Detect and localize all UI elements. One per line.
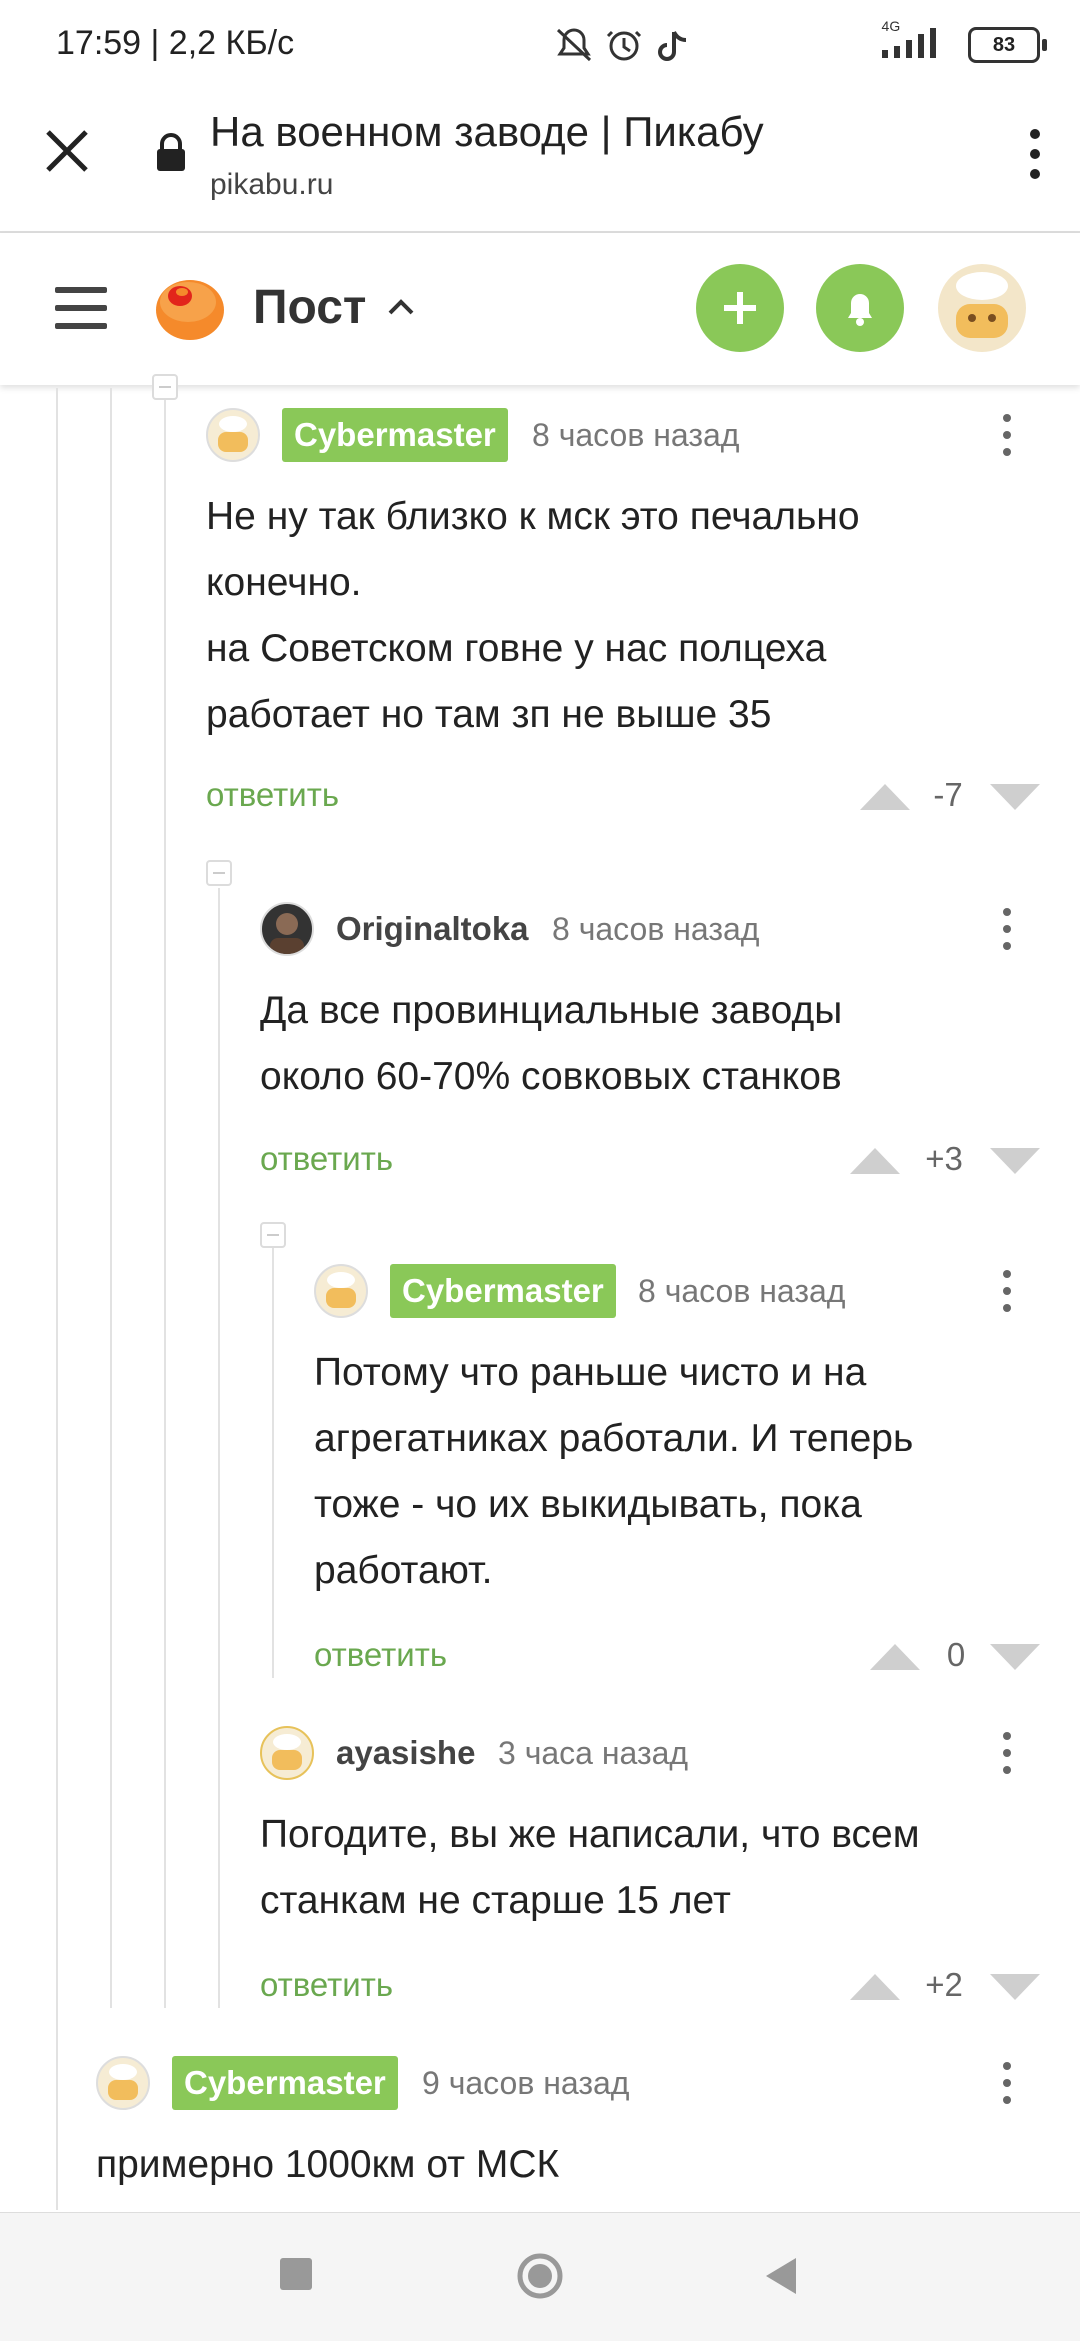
page-url[interactable]: pikabu.ru	[210, 168, 333, 202]
reply-link[interactable]: ответить	[260, 1966, 393, 2004]
downvote-icon[interactable]	[988, 1972, 1042, 2004]
profile-avatar[interactable]	[938, 264, 1026, 352]
thread-line	[272, 1248, 274, 1678]
bell-icon	[848, 294, 872, 326]
author-badge[interactable]: Cybermaster	[390, 1264, 616, 1318]
upvote-icon[interactable]	[868, 1640, 922, 1672]
avatar[interactable]	[206, 408, 260, 462]
author-name[interactable]: Originaltoka	[336, 902, 529, 956]
reply-link[interactable]: ответить	[260, 1140, 393, 1178]
chevron-up-icon[interactable]	[386, 295, 416, 319]
comment-line: на Советском говне у нас полцеха	[206, 627, 827, 670]
comment-text: Да все провинциальные заводы около 60-70…	[260, 978, 1020, 1110]
reply-link[interactable]: ответить	[314, 1636, 447, 1674]
thread-line	[218, 888, 220, 2008]
comment-line: Погодите, вы же написали, что всем	[260, 1813, 920, 1856]
comment-text: Не ну так близко к мск это печально коне…	[206, 484, 1006, 748]
more-vertical-icon[interactable]	[1000, 1726, 1014, 1780]
menu-icon[interactable]	[55, 283, 107, 333]
alarm-icon	[606, 30, 642, 61]
collapse-button[interactable]	[206, 860, 232, 886]
comment-line: работают.	[314, 1549, 493, 1592]
comment-line: около 60-70% совковых станков	[260, 1055, 842, 1098]
more-vertical-icon[interactable]	[1000, 1264, 1014, 1318]
rating: 0	[946, 1636, 966, 1673]
comment-line: Да все провинциальные заводы	[260, 989, 843, 1032]
more-vertical-icon[interactable]	[1000, 2056, 1014, 2110]
avatar[interactable]	[314, 1264, 368, 1318]
comment-time: 8 часов назад	[552, 911, 760, 947]
more-vertical-icon[interactable]	[1000, 408, 1014, 462]
notifications-button[interactable]	[816, 264, 904, 352]
status-right: 4G 83	[880, 18, 1047, 65]
thread-line	[110, 388, 112, 2008]
author-badge[interactable]: Cybermaster	[282, 408, 508, 462]
author-badge[interactable]: Cybermaster	[172, 2056, 398, 2110]
mute-icon	[556, 28, 592, 62]
upvote-icon[interactable]	[848, 1144, 902, 1176]
comment-text: Погодите, вы же написали, что всем станк…	[260, 1802, 1040, 1934]
collapse-button[interactable]	[260, 1222, 286, 1248]
page-title[interactable]: На военном заводе | Пикабу	[210, 108, 764, 156]
network-type: 4G	[881, 18, 901, 34]
status-time: 17:59 | 2,2 КБ/с	[56, 24, 295, 62]
avatar[interactable]	[96, 2056, 150, 2110]
thread-line	[56, 388, 58, 2210]
add-post-button[interactable]	[696, 264, 784, 352]
downvote-icon[interactable]	[988, 1642, 1042, 1674]
rating: +3	[925, 1140, 963, 1177]
more-vertical-icon[interactable]	[1000, 902, 1014, 956]
comment-line: Не ну так близко к мск это печально	[206, 495, 860, 538]
status-icons	[556, 26, 716, 71]
close-icon[interactable]	[40, 124, 94, 178]
comment-line: Потому что раньше чисто и на	[314, 1351, 867, 1394]
comment-text: примерно 1000км от МСК	[96, 2143, 560, 2186]
comment-line: станкам не старше 15 лет	[260, 1879, 731, 1922]
thread-line	[164, 388, 166, 2008]
plus-icon	[724, 292, 756, 324]
rating: +2	[925, 1966, 963, 2003]
tiktok-icon	[658, 31, 687, 61]
lock-icon	[154, 132, 188, 172]
comment-line: тоже - чо их выкидывать, пока	[314, 1483, 862, 1526]
battery-icon: 83	[968, 26, 1047, 63]
avatar[interactable]	[260, 1726, 314, 1780]
downvote-icon[interactable]	[988, 1146, 1042, 1178]
signal-icon: 4G	[880, 18, 950, 65]
comment-time: 9 часов назад	[422, 2065, 630, 2101]
reply-link[interactable]: ответить	[206, 776, 339, 814]
rating: -7	[933, 776, 963, 813]
downvote-icon[interactable]	[988, 782, 1042, 814]
comment-line: агрегатниках работали. И теперь	[314, 1417, 914, 1460]
comment-line: конечно.	[206, 561, 362, 604]
comment-text: Потому что раньше чисто и на агрегатника…	[314, 1340, 1034, 1604]
comment-time: 8 часов назад	[532, 417, 740, 453]
nav-title[interactable]: Пост	[253, 280, 366, 335]
author-name[interactable]: ayasishe	[336, 1726, 475, 1780]
upvote-icon[interactable]	[858, 780, 912, 812]
bird-avatar-icon	[956, 272, 1008, 338]
recents-icon[interactable]	[280, 2258, 312, 2290]
pikabu-logo-icon[interactable]	[148, 272, 228, 342]
back-icon[interactable]	[762, 2256, 798, 2296]
collapse-button[interactable]	[152, 374, 178, 400]
comment-time: 3 часа назад	[498, 1735, 689, 1771]
upvote-icon[interactable]	[848, 1970, 902, 2002]
more-vertical-icon[interactable]	[1020, 126, 1050, 182]
comment-line: работает но там зп не выше 35	[206, 693, 772, 736]
comment-time: 8 часов назад	[638, 1273, 846, 1309]
home-icon[interactable]	[516, 2252, 564, 2300]
avatar[interactable]	[260, 902, 314, 956]
